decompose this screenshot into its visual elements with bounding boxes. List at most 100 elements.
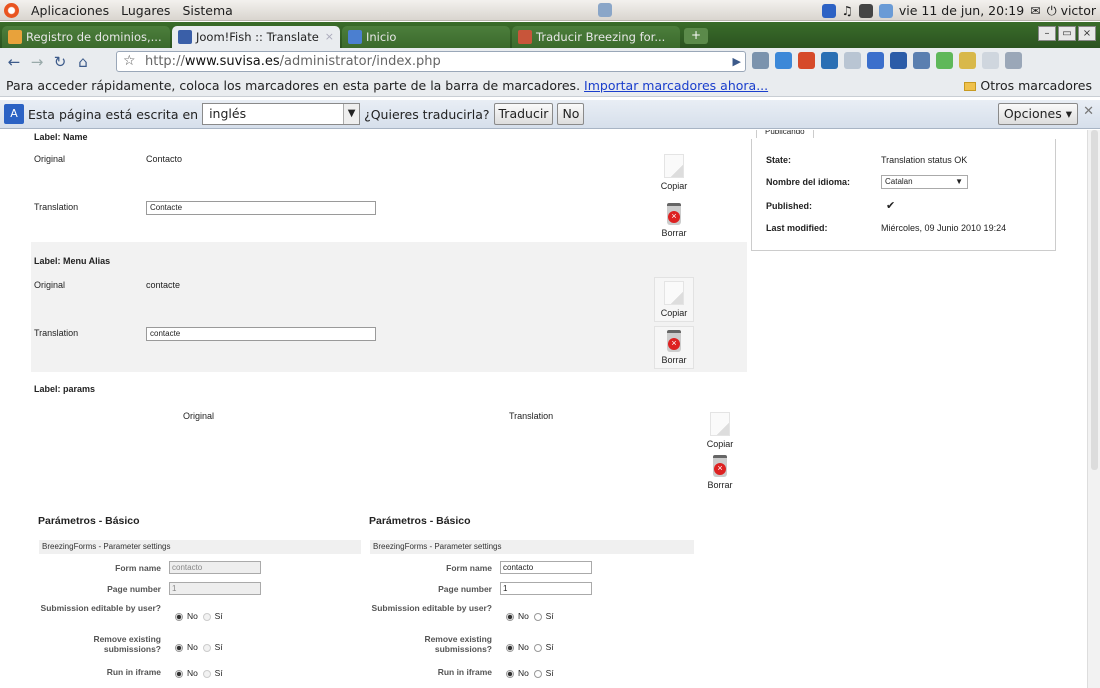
radio-si (202, 612, 211, 621)
volume-icon[interactable]: ♫ (842, 3, 853, 18)
language-key: Nombre del idioma: (766, 177, 851, 187)
settings-title-bar: BreezingForms - Parameter settings (370, 540, 694, 554)
language-select[interactable]: inglés ▼ (202, 103, 361, 125)
param-label: Submission editable by user? (40, 603, 161, 613)
bluetooth-icon[interactable] (821, 3, 836, 18)
radio-no (175, 669, 183, 678)
scrollbar[interactable] (1087, 130, 1100, 688)
publishing-box: State: Translation status OK Nombre del … (751, 139, 1056, 251)
minimize-icon[interactable]: – (1038, 26, 1056, 41)
radio-group: No Sí (175, 611, 223, 621)
radio-no-label: No (187, 668, 198, 678)
clock[interactable]: vie 11 de jun, 20:19 (899, 3, 1024, 18)
close-translate-bar-icon[interactable]: ✕ (1083, 104, 1094, 119)
other-bookmarks[interactable]: Otros marcadores (964, 75, 1092, 97)
no-button[interactable]: No (557, 103, 585, 125)
extension-icon[interactable] (752, 52, 769, 69)
radio-si[interactable] (533, 669, 542, 678)
radio-group: No Sí (506, 611, 554, 621)
delete-label: Borrar (661, 355, 687, 365)
param-form-name: Form name contacto (370, 560, 690, 580)
extension-icon[interactable] (775, 52, 792, 69)
copy-button[interactable]: Copiar (654, 154, 694, 191)
gmail-icon[interactable] (844, 52, 861, 69)
delete-button[interactable]: Borrar (654, 326, 694, 369)
extension-icon[interactable] (936, 52, 953, 69)
browser-toolbar: ← → ↻ ⌂ ☆ http://www.suvisa.es/administr… (0, 48, 1100, 75)
translate-ext-icon[interactable] (867, 52, 884, 69)
tab-inicio[interactable]: Inicio (342, 26, 510, 48)
copy-button[interactable]: Copiar (700, 412, 740, 449)
radio-si-label: Sí (214, 642, 223, 652)
radio-group: No Sí (175, 668, 223, 678)
radio-no[interactable] (506, 643, 514, 652)
name-block: Label: Name Original Contacto Translatio… (31, 130, 747, 242)
radio-no (175, 643, 183, 652)
translate-button[interactable]: Traducir (493, 103, 554, 125)
radio-si (202, 669, 211, 678)
radio-no[interactable] (506, 669, 514, 678)
menu-lugares[interactable]: Lugares (121, 3, 170, 18)
delete-button[interactable]: Borrar (700, 455, 740, 490)
original-value: Contacto (146, 154, 183, 164)
import-bookmarks-link[interactable]: Importar marcadores ahora... (584, 78, 768, 93)
original-label: Original (34, 280, 66, 290)
published-checkbox[interactable]: ✔ (886, 199, 895, 212)
network-icon[interactable] (858, 3, 873, 18)
radio-group: No Sí (506, 642, 554, 652)
bookmark-star-icon[interactable]: ☆ (123, 52, 136, 71)
extension-icon[interactable] (913, 52, 930, 69)
bookmarks-bar: Para acceder rápidamente, coloca los mar… (0, 75, 1100, 97)
tab-title: Joom!Fish :: Translate (196, 30, 319, 44)
page-number-input[interactable]: 1 (500, 582, 592, 595)
go-icon[interactable]: ▶ (733, 52, 741, 71)
close-window-icon[interactable]: × (1078, 26, 1096, 41)
state-value: Translation status OK (881, 155, 968, 165)
menu-sistema[interactable]: Sistema (182, 3, 232, 18)
copy-button[interactable]: Copiar (654, 277, 694, 322)
radio-no[interactable] (506, 612, 514, 621)
options-button[interactable]: Opciones ▾ (997, 103, 1078, 125)
tab-registro[interactable]: Registro de dominios,... (2, 26, 170, 48)
tab-publicando[interactable]: Publicando (756, 130, 814, 138)
language-dropdown[interactable]: Catalan ▼ (881, 175, 968, 189)
home-icon[interactable]: ⌂ (73, 52, 93, 72)
update-icon[interactable] (878, 3, 893, 18)
published-key: Published: (766, 201, 813, 211)
ubuntu-logo-icon[interactable] (4, 2, 19, 18)
tab-traducir[interactable]: Traducir Breezing for... (512, 26, 680, 48)
page-number-input: 1 (169, 582, 261, 595)
copy-label: Copiar (706, 439, 734, 449)
extension-icon[interactable] (890, 52, 907, 69)
param-submission-editable: Submission editable by user? No Sí (39, 601, 359, 621)
reload-icon[interactable]: ↻ (50, 52, 70, 72)
page-menu-icon[interactable] (982, 52, 999, 69)
translation-input[interactable]: contacte (146, 327, 376, 341)
translation-input[interactable]: Contacte (146, 201, 376, 215)
copy-icon (710, 412, 730, 436)
back-icon[interactable]: ← (4, 52, 24, 72)
forward-icon[interactable]: → (27, 52, 47, 72)
form-name-input[interactable]: contacto (500, 561, 592, 574)
radio-si[interactable] (533, 643, 542, 652)
close-tab-icon[interactable]: × (325, 26, 334, 48)
extension-icon[interactable] (959, 52, 976, 69)
wrench-icon[interactable] (1005, 52, 1022, 69)
new-tab-button[interactable]: + (684, 28, 708, 44)
radio-si[interactable] (533, 612, 542, 621)
menu-aplicaciones[interactable]: Aplicaciones (31, 3, 109, 18)
name-label: Label: Name (34, 132, 88, 142)
tab-joomfish[interactable]: Joom!Fish :: Translate × (172, 26, 340, 48)
delete-button[interactable]: Borrar (654, 203, 694, 238)
param-run-iframe: Run in iframe No Sí (370, 665, 690, 685)
mail-icon[interactable]: ✉ (1030, 3, 1040, 18)
scrollbar-thumb[interactable] (1091, 130, 1098, 470)
pdf-icon[interactable] (798, 52, 815, 69)
original-column-header: Original (183, 411, 215, 421)
user-menu[interactable]: ⏻ victor (1047, 3, 1096, 19)
address-bar[interactable]: ☆ http://www.suvisa.es/administrator/ind… (116, 51, 746, 72)
extension-icon[interactable] (821, 52, 838, 69)
chevron-down-icon: ▼ (343, 104, 360, 124)
maximize-icon[interactable]: ▭ (1058, 26, 1076, 41)
screenshot-applet-icon[interactable] (598, 3, 612, 17)
